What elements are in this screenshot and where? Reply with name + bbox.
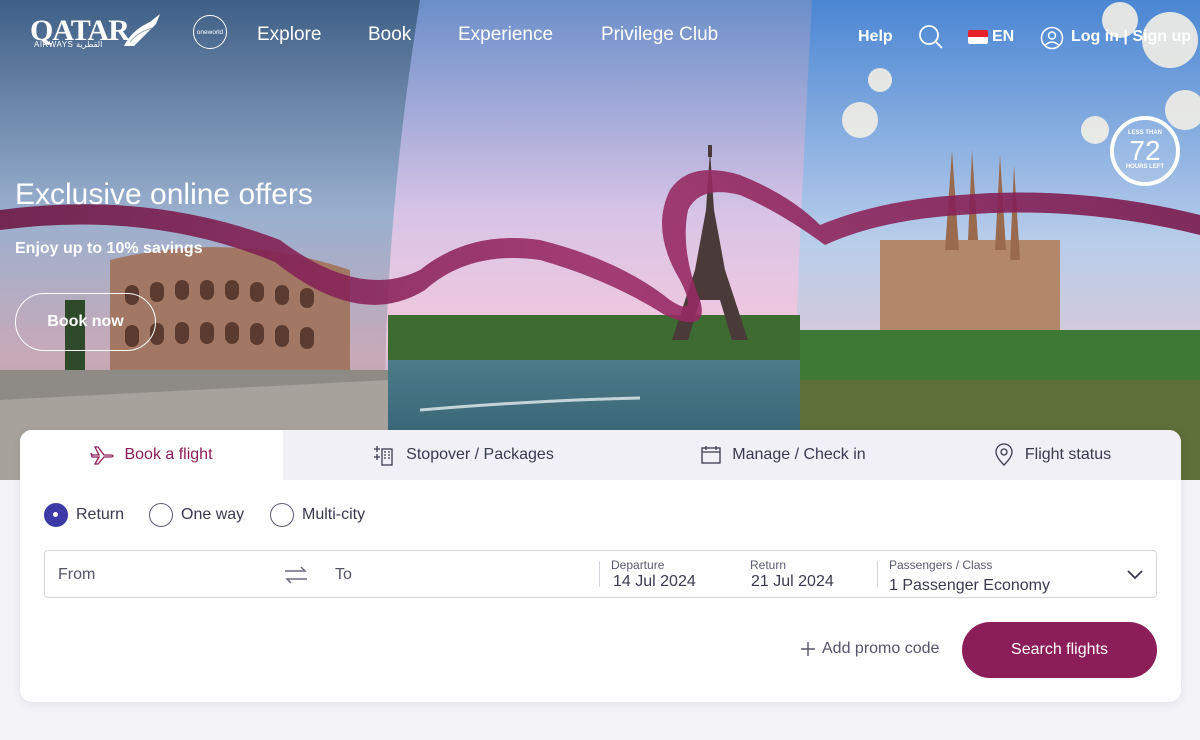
singapore-flag-icon[interactable] (968, 30, 988, 44)
tab-flight-status[interactable]: Flight status (923, 430, 1181, 480)
qatar-airways-logo[interactable]: QATAR AIRWAYS القطرية (30, 12, 162, 52)
radio-multi-city[interactable]: Multi-city (270, 503, 365, 527)
flight-search-bar: From To Departure 14 Jul 2024 Return 21 … (44, 550, 1157, 598)
field-divider (599, 561, 600, 587)
oryx-icon (124, 14, 160, 46)
login-signup-link[interactable]: Log in | Sign up (1071, 28, 1191, 46)
calendar-icon (701, 446, 721, 464)
swap-icon[interactable] (283, 564, 309, 586)
add-promo-code-link[interactable]: Add promo code (800, 640, 939, 658)
return-label: Return (750, 558, 787, 572)
nav-privilege-club[interactable]: Privilege Club (601, 24, 718, 46)
radio-label: One way (181, 506, 245, 523)
chevron-down-icon[interactable] (1126, 567, 1144, 581)
hero-title: Exclusive online offers (15, 178, 313, 211)
building-plane-icon (374, 446, 393, 466)
user-icon[interactable] (1040, 26, 1064, 50)
logo-subtext: AIRWAYS القطرية (34, 40, 103, 49)
radio-selected-indicator (44, 503, 68, 527)
passengers-class-value[interactable]: 1 Passenger Economy (889, 577, 1050, 595)
hero-subtitle: Enjoy up to 10% savings (15, 240, 203, 257)
radio-one-way[interactable]: One way (149, 503, 244, 527)
countdown-bottom-label: HOURS LEFT (1125, 164, 1165, 170)
promo-label: Add promo code (822, 640, 940, 657)
return-date[interactable]: 21 Jul 2024 (751, 573, 834, 591)
oneworld-logo[interactable]: oneworld (193, 15, 227, 49)
language-selector[interactable]: EN (992, 28, 1014, 46)
top-nav: QATAR AIRWAYS القطرية oneworld Explore B… (0, 0, 1200, 72)
book-now-button[interactable]: Book now (15, 293, 156, 351)
tab-book-a-flight[interactable]: Book a flight (20, 430, 283, 480)
plane-icon (90, 446, 115, 465)
search-flights-button[interactable]: Search flights (962, 622, 1157, 678)
radio-return[interactable]: Return (44, 503, 124, 527)
passengers-class-label: Passengers / Class (889, 558, 993, 572)
countdown-badge: LESS THAN 72 HOURS LEFT (1110, 116, 1180, 186)
tab-label: Stopover / Packages (406, 446, 554, 463)
search-icon[interactable] (918, 24, 944, 50)
plus-icon (801, 642, 815, 656)
radio-label: Multi-city (302, 506, 366, 523)
radio-indicator (270, 503, 294, 527)
departure-label: Departure (611, 558, 665, 572)
tab-label: Manage / Check in (732, 446, 866, 463)
countdown-number: 72 (1129, 135, 1161, 166)
tab-stopover-packages[interactable]: Stopover / Packages (283, 430, 643, 480)
field-divider (877, 561, 878, 587)
departure-date[interactable]: 14 Jul 2024 (613, 573, 696, 591)
hero-banner: QATAR AIRWAYS القطرية oneworld Explore B… (0, 0, 1200, 480)
radio-indicator (149, 503, 173, 527)
help-link[interactable]: Help (858, 28, 893, 46)
tab-manage-check-in[interactable]: Manage / Check in (643, 430, 923, 480)
booking-widget: Book a flight Stopover / Packages Manage… (20, 430, 1181, 702)
radio-label: Return (76, 506, 125, 523)
to-field[interactable]: To (335, 566, 352, 584)
location-pin-icon (995, 443, 1013, 466)
nav-explore[interactable]: Explore (257, 24, 321, 46)
nav-experience[interactable]: Experience (458, 24, 553, 46)
from-field[interactable]: From (58, 566, 95, 584)
booking-tabs: Book a flight Stopover / Packages Manage… (20, 430, 1181, 480)
tab-label: Book a flight (124, 446, 213, 463)
nav-book[interactable]: Book (368, 24, 411, 46)
tab-label: Flight status (1024, 446, 1112, 463)
